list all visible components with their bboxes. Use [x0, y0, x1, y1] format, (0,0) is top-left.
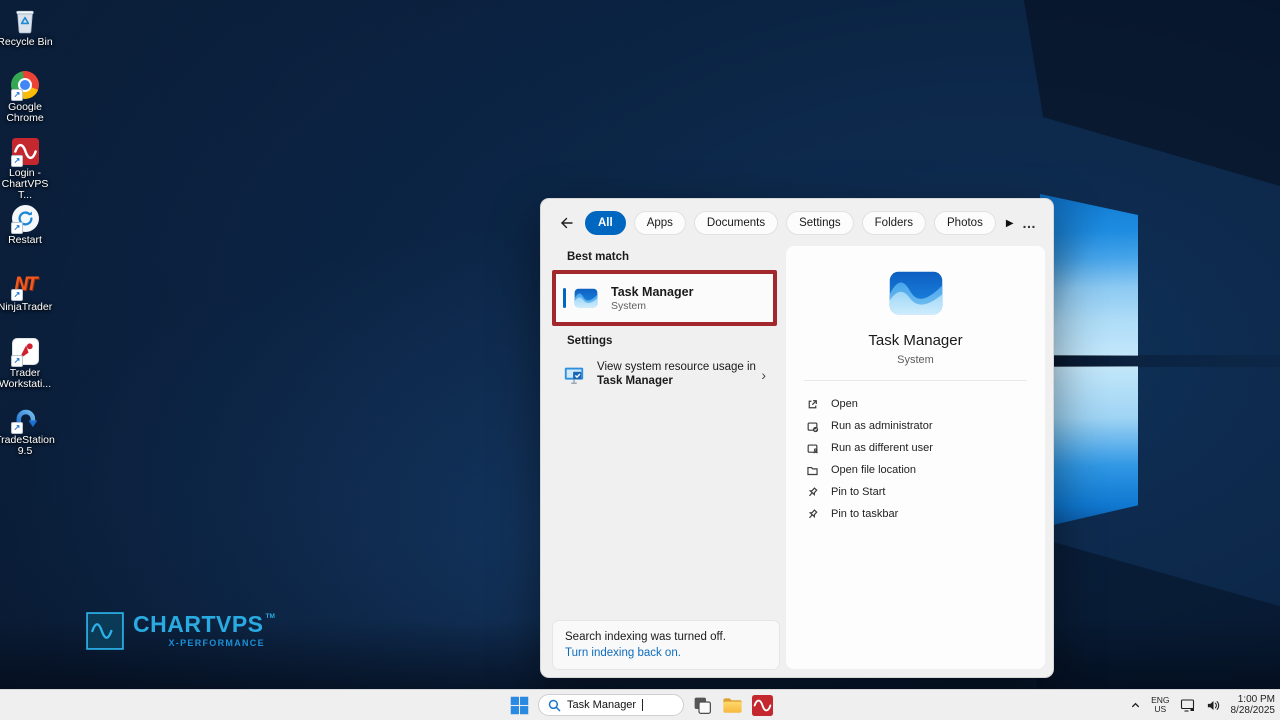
- tray-expand-button[interactable]: [1130, 700, 1141, 711]
- action-pin-to-start[interactable]: Pin to Start: [786, 481, 1045, 503]
- folder-icon: [807, 466, 818, 475]
- back-button[interactable]: [559, 214, 577, 232]
- overflow-menu-icon[interactable]: …: [1022, 215, 1037, 231]
- desktop-icon-tradestation[interactable]: ↗ TradeStation 9.5: [0, 403, 55, 457]
- chartvps-sine-icon: ↗: [10, 136, 40, 167]
- tab-settings[interactable]: Settings: [786, 211, 854, 235]
- restart-icon: ↗: [10, 203, 40, 234]
- wallpaper-logo-gap: [1040, 355, 1280, 367]
- clock[interactable]: 1:00 PM 8/28/2025: [1231, 694, 1276, 716]
- chartvps-sine-icon: [752, 694, 773, 716]
- shortcut-arrow-icon: ↗: [11, 422, 23, 434]
- language-indicator[interactable]: ENG US: [1151, 696, 1169, 714]
- open-icon: [808, 399, 817, 408]
- preview-subtitle: System: [897, 354, 934, 366]
- action-run-as-administrator[interactable]: Run as administrator: [786, 415, 1045, 437]
- search-icon: [548, 699, 561, 711]
- task-view-button[interactable]: [692, 695, 713, 716]
- watermark-tm: TM: [265, 613, 275, 620]
- action-pin-to-taskbar[interactable]: Pin to taskbar: [786, 503, 1045, 525]
- result-preview-pane: Task Manager System Open Run as administ…: [786, 246, 1045, 669]
- tab-apps[interactable]: Apps: [633, 211, 686, 235]
- task-manager-icon: [574, 288, 598, 308]
- search-flyout: All Apps Documents Settings Folders Phot…: [540, 198, 1054, 678]
- preview-title: Task Manager: [868, 332, 963, 349]
- taskbar: Task Manager ENG US 1:00 PM 8/28/2025: [0, 689, 1280, 720]
- trader-workstation-icon: ↗: [10, 336, 40, 367]
- recycle-bin-icon: [10, 5, 40, 35]
- watermark-subtitle: X-PERFORMANCE: [168, 638, 265, 648]
- desktop-icon-login-chartvps[interactable]: ↗ Login - ChartVPS T...: [0, 136, 55, 201]
- settings-result-line2: Task Manager: [597, 374, 673, 387]
- tab-photos[interactable]: Photos: [934, 211, 996, 235]
- result-subtitle: System: [611, 299, 647, 312]
- start-button[interactable]: [509, 695, 530, 716]
- watermark-brand: CHARTVPS: [133, 611, 264, 637]
- ninjatrader-icon: NT ↗: [10, 270, 40, 301]
- shortcut-arrow-icon: ↗: [11, 355, 23, 367]
- network-icon[interactable]: [1180, 697, 1196, 713]
- tray-date: 8/28/2025: [1230, 705, 1276, 716]
- windows-logo-icon: [510, 696, 529, 714]
- action-open[interactable]: Open: [786, 393, 1045, 415]
- search-results-column: Best match Task Manager System Settings …: [541, 246, 786, 677]
- shortcut-arrow-icon: ↗: [11, 222, 23, 234]
- tab-documents[interactable]: Documents: [693, 211, 779, 235]
- shortcut-arrow-icon: ↗: [11, 89, 23, 101]
- selection-accent-bar: [563, 288, 566, 308]
- text-caret: [642, 699, 644, 711]
- system-monitor-icon: [564, 367, 584, 384]
- wallpaper-windows-logo-pane-top: [1040, 194, 1138, 356]
- tab-folders[interactable]: Folders: [861, 211, 927, 235]
- annotation-highlight-box: Task Manager System: [552, 270, 777, 326]
- pin-icon: [808, 486, 818, 496]
- result-title: Task Manager: [611, 284, 694, 299]
- settings-section-header: Settings: [567, 335, 613, 347]
- pin-icon: [808, 508, 818, 518]
- taskbar-search-input[interactable]: Task Manager: [538, 694, 684, 716]
- task-view-icon: [694, 697, 711, 714]
- chartvps-logo-icon: [86, 612, 124, 650]
- desktop-icon-google-chrome[interactable]: ↗ Google Chrome: [0, 70, 55, 124]
- action-open-file-location[interactable]: Open file location: [786, 459, 1045, 481]
- desktop-icon-trader-workstation[interactable]: ↗ Trader Workstati...: [0, 336, 55, 390]
- search-filter-tabs: All Apps Documents Settings Folders Phot…: [541, 199, 1053, 244]
- best-match-result-task-manager[interactable]: Task Manager System: [556, 274, 773, 322]
- shortcut-arrow-icon: ↗: [11, 289, 23, 301]
- volume-icon[interactable]: [1206, 698, 1221, 713]
- chrome-icon: ↗: [10, 70, 40, 101]
- chartvps-watermark: CHARTVPS TM X-PERFORMANCE: [86, 612, 275, 650]
- chartvps-app-button[interactable]: [752, 694, 773, 716]
- action-run-as-different-user[interactable]: Run as different user: [786, 437, 1045, 459]
- file-explorer-button[interactable]: [721, 694, 744, 717]
- screen: Recycle Bin ↗ Google Chrome ↗ Login - Char…: [0, 0, 1280, 720]
- run-user-icon: [807, 443, 818, 453]
- wallpaper-windows-logo-pane-bottom: [1040, 366, 1138, 528]
- tradestation-icon: ↗: [10, 403, 40, 434]
- indexing-message: Search indexing was turned off.: [565, 631, 726, 643]
- turn-indexing-on-link[interactable]: Turn indexing back on.: [565, 646, 767, 660]
- search-indexing-notice: Search indexing was turned off. Turn ind…: [553, 621, 779, 669]
- chevron-up-icon: [1131, 702, 1140, 707]
- preview-actions: Open Run as administrator Run as differe…: [786, 393, 1045, 525]
- tray-time: 1:00 PM: [1237, 694, 1275, 705]
- best-match-header: Best match: [567, 251, 629, 263]
- divider: [804, 380, 1027, 381]
- run-admin-icon: [807, 421, 819, 432]
- shortcut-arrow-icon: ↗: [11, 155, 23, 167]
- desktop-icon-ninjatrader[interactable]: NT ↗ NinjaTrader: [0, 270, 55, 313]
- icon-label: Recycle Bin: [0, 36, 53, 48]
- desktop-icon-recycle-bin[interactable]: Recycle Bin: [0, 5, 55, 48]
- tab-all[interactable]: All: [585, 211, 626, 235]
- task-manager-icon-large: [889, 271, 942, 315]
- settings-result-task-manager[interactable]: View system resource usage in Task Manag…: [555, 354, 774, 395]
- desktop-icon-restart[interactable]: ↗ Restart: [0, 203, 55, 246]
- file-explorer-icon: [723, 697, 742, 713]
- search-input-value: Task Manager: [567, 699, 637, 711]
- more-tabs-icon[interactable]: ▶: [1006, 218, 1014, 229]
- settings-result-line1: View system resource usage in: [597, 361, 756, 373]
- chevron-right-icon: ›: [761, 366, 766, 383]
